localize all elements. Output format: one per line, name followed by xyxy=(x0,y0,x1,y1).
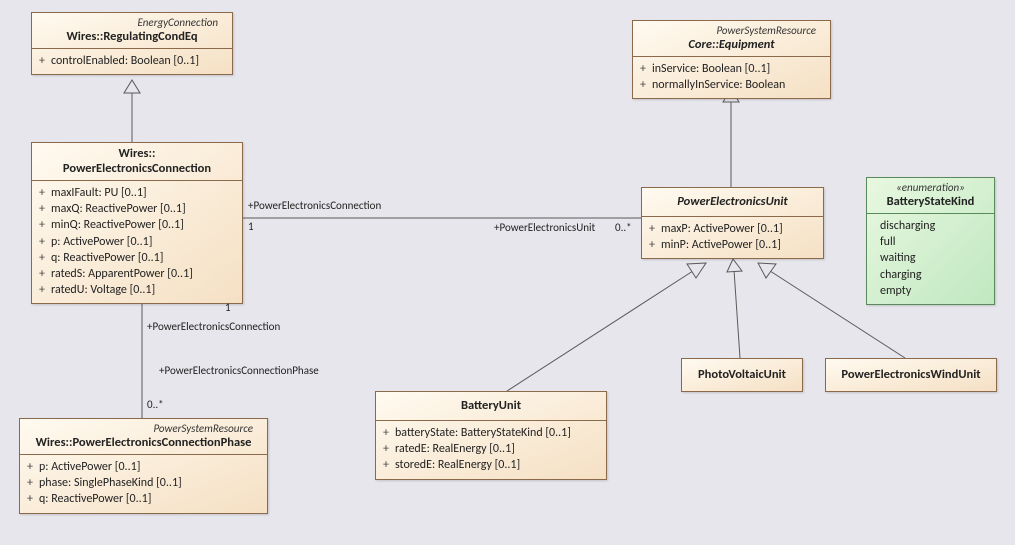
attr-section: +controlEnabled: Boolean [0..1] xyxy=(32,49,232,74)
class-name: BatteryStateKind xyxy=(877,194,984,209)
attr-section: +inService: Boolean [0..1] +normallyInSe… xyxy=(633,57,830,98)
class-battery-unit[interactable]: BatteryUnit +batteryState: BatteryStateK… xyxy=(375,391,607,480)
enum-battery-state-kind[interactable]: «enumeration» BatteryStateKind dischargi… xyxy=(866,177,995,305)
attr-section: +p: ActivePower [0..1] +phase: SinglePha… xyxy=(20,455,267,513)
class-name: PhotoVoltaicUnit xyxy=(692,362,792,387)
class-name: PowerElectronicsWindUnit xyxy=(836,362,986,387)
assoc-mult-label: 0..* xyxy=(147,398,164,411)
class-power-electronics-connection[interactable]: Wires::PowerElectronicsConnection +maxIF… xyxy=(31,142,243,304)
assoc-mult-label: 1 xyxy=(248,220,254,233)
assoc-mult-label: 0..* xyxy=(615,221,632,234)
stereotype-label: PowerSystemResource xyxy=(30,422,257,435)
class-name: Wires::RegulatingCondEq xyxy=(42,29,222,44)
class-name: Wires::PowerElectronicsConnectionPhase xyxy=(30,435,257,450)
class-power-electronics-wind-unit[interactable]: PowerElectronicsWindUnit xyxy=(825,358,997,392)
class-name: Core::Equipment xyxy=(643,37,820,52)
class-core-equipment[interactable]: PowerSystemResource Core::Equipment +inS… xyxy=(632,20,831,99)
class-power-electronics-unit[interactable]: PowerElectronicsUnit +maxP: ActivePower … xyxy=(641,187,824,259)
class-name: BatteryUnit xyxy=(386,395,596,416)
class-photovoltaic-unit[interactable]: PhotoVoltaicUnit xyxy=(681,358,803,392)
assoc-role-label: +PowerElectronicsConnection xyxy=(248,199,381,212)
stereotype-label: «enumeration» xyxy=(877,181,984,194)
enum-values: discharging full waiting charging empty xyxy=(867,214,994,304)
class-regulating-cond-eq[interactable]: EnergyConnection Wires::RegulatingCondEq… xyxy=(31,12,233,75)
stereotype-label: EnergyConnection xyxy=(42,16,222,29)
assoc-mult-label: 1 xyxy=(225,301,231,314)
assoc-role-label: +PowerElectronicsConnectionPhase xyxy=(159,364,319,377)
assoc-role-label: +PowerElectronicsUnit xyxy=(494,221,595,234)
attr-section: +maxP: ActivePower [0..1] +minP: ActiveP… xyxy=(642,217,823,258)
stereotype-label: PowerSystemResource xyxy=(643,24,820,37)
assoc-role-label: +PowerElectronicsConnection xyxy=(147,320,280,333)
class-power-electronics-connection-phase[interactable]: PowerSystemResource Wires::PowerElectron… xyxy=(19,418,268,514)
attr-section: +maxIFault: PU [0..1] +maxQ: ReactivePow… xyxy=(32,181,242,303)
class-name: Wires::PowerElectronicsConnection xyxy=(42,146,232,176)
attr-section: +batteryState: BatteryStateKind [0..1] +… xyxy=(376,421,606,479)
class-name: PowerElectronicsUnit xyxy=(652,191,813,212)
